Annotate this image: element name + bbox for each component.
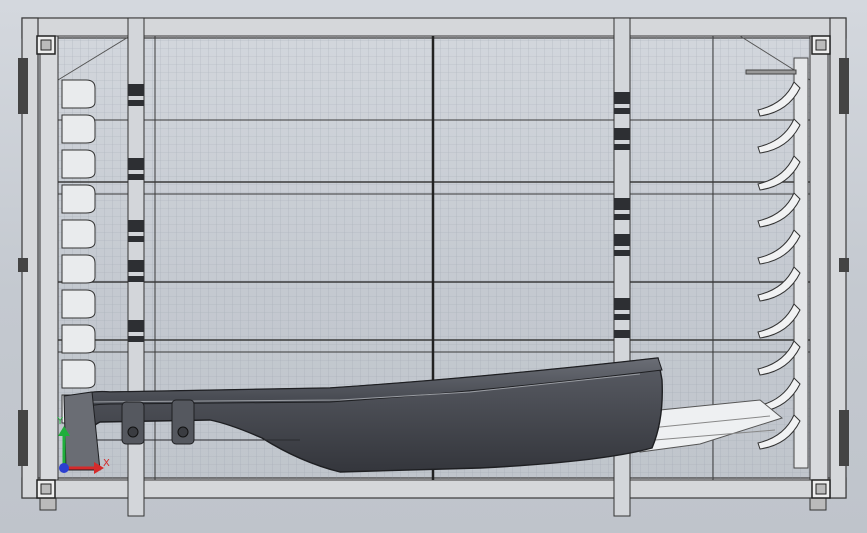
graphics-area[interactable]: Y X: [0, 0, 867, 533]
holder-slot-icon: [61, 359, 96, 389]
holder-slot-icon: [61, 289, 96, 319]
holder-slot-icon: [61, 254, 96, 284]
holder-slot-icon: [61, 324, 96, 354]
triad-x-label: X: [103, 458, 110, 469]
holder-slot-icon: [61, 114, 96, 144]
holder-slot-icon: [61, 79, 96, 109]
holder-slot-icon: [61, 184, 96, 214]
holder-slot-icon: [61, 219, 96, 249]
cad-model-view[interactable]: Y X: [0, 0, 867, 533]
triad-y-label: Y: [56, 416, 64, 427]
holder-slot-icon: [61, 149, 96, 179]
